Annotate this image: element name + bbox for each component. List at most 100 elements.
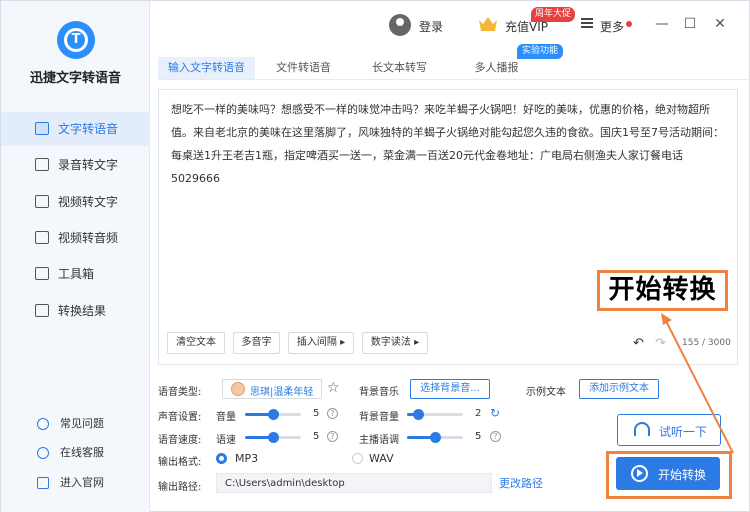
close-button[interactable]: ✕: [710, 14, 730, 34]
volume-slider[interactable]: [245, 409, 301, 420]
sample-text-label: 示例文本: [526, 387, 566, 398]
callout-text: 开始转换: [608, 275, 717, 305]
logo-letter: T: [71, 32, 81, 47]
more-button[interactable]: 更多: [600, 18, 624, 35]
clear-text-button[interactable]: 清空文本: [167, 332, 225, 354]
speed-help-icon[interactable]: ?: [327, 431, 338, 442]
monitor-icon: [37, 477, 49, 489]
tab-long-text[interactable]: 长文本转写: [351, 57, 448, 79]
side-link-faq[interactable]: 常见问题: [1, 414, 150, 434]
refresh-icon[interactable]: ↻: [490, 406, 500, 420]
polyphone-button[interactable]: 多音字: [233, 332, 280, 354]
login-link[interactable]: 登录: [419, 18, 443, 35]
result-icon: [35, 304, 49, 317]
sidebar-item-label: 转换结果: [58, 304, 107, 318]
sidebar-item-label: 视频转文字: [58, 195, 119, 209]
sidebar-item-recording-to-text[interactable]: 录音转文字: [1, 148, 150, 182]
insert-pause-button[interactable]: 插入间隔 ▸: [288, 332, 354, 354]
start-convert-label: 开始转换: [658, 468, 707, 482]
editor-text[interactable]: 想吃不一样的美味吗？想感受不一样的味觉冲击吗？来吃羊蝎子火锅吧！好吃的美味，优惠…: [171, 98, 731, 190]
tab-divider: [158, 79, 748, 80]
select-bg-music-button[interactable]: 选择背景音...: [410, 379, 490, 399]
output-path-field[interactable]: C:\Users\admin\desktop: [216, 473, 492, 493]
sidebar-item-label: 视频转音频: [58, 231, 119, 245]
app-window: T 迅捷文字转语音 文字转语音 录音转文字 视频转文字 视频转音频 工具箱 转换…: [0, 0, 750, 512]
side-link-support[interactable]: 在线客服: [1, 443, 150, 463]
pitch-label: 主播语调: [359, 435, 399, 446]
slider-knob[interactable]: [268, 432, 279, 443]
bg-volume-slider[interactable]: [407, 409, 463, 420]
speed-slider[interactable]: [245, 432, 301, 443]
change-path-link[interactable]: 更改路径: [499, 475, 543, 491]
sidebar-item-video-to-audio[interactable]: 视频转音频: [1, 221, 150, 255]
pitch-value: 5: [475, 431, 482, 442]
bg-music-label: 背景音乐: [359, 387, 399, 398]
user-avatar-icon[interactable]: [389, 14, 411, 36]
sidebar-item-video-to-text[interactable]: 视频转文字: [1, 185, 150, 219]
sidebar-item-text-to-speech[interactable]: 文字转语音: [1, 112, 150, 146]
toolbox-icon: [35, 267, 49, 280]
wav-radio[interactable]: [352, 453, 363, 464]
voice-name: 思琪|温柔年轻: [250, 387, 314, 398]
tab-multi-speaker[interactable]: 多人播报: [448, 57, 545, 79]
mp3-label: MP3: [235, 452, 259, 465]
voice-selector[interactable]: 思琪|温柔年轻: [222, 379, 322, 399]
video-audio-icon: [35, 231, 49, 244]
notification-dot: [626, 21, 632, 27]
headset-icon: [37, 447, 49, 459]
pitch-help-icon[interactable]: ?: [490, 431, 501, 442]
crown-icon: [479, 17, 497, 31]
undo-icon[interactable]: ↶: [633, 336, 644, 351]
wav-label: WAV: [369, 452, 394, 465]
voice-settings-label: 声音设置:: [158, 412, 202, 423]
preview-button-label: 试听一下: [659, 425, 708, 439]
voice-avatar: [231, 382, 245, 396]
experimental-badge: 实验功能: [517, 44, 564, 59]
text-editor[interactable]: 想吃不一样的美味吗？想感受不一样的味觉冲击吗？来吃羊蝎子火锅吧！好吃的美味，优惠…: [158, 89, 738, 365]
maximize-button[interactable]: ☐: [680, 14, 700, 34]
side-link-website[interactable]: 进入官网: [1, 473, 150, 493]
preview-button[interactable]: 试听一下: [617, 414, 721, 446]
vip-promo-badge: 周年大促: [531, 7, 576, 22]
sidebar-item-label: 录音转文字: [58, 158, 119, 172]
sidebar-item-label: 文字转语音: [58, 122, 119, 136]
volume-label: 音量: [216, 412, 236, 423]
sidebar-item-label: 工具箱: [58, 267, 95, 281]
minimize-button[interactable]: —: [652, 14, 672, 34]
format-label: 输出格式:: [158, 457, 202, 468]
volume-value: 5: [313, 408, 320, 419]
help-icon: [37, 418, 49, 430]
mp3-radio[interactable]: [216, 453, 227, 464]
path-label: 输出路径:: [158, 482, 202, 493]
tab-file[interactable]: 文件转语音: [256, 57, 351, 79]
sidebar-item-toolbox[interactable]: 工具箱: [1, 257, 150, 291]
slider-knob[interactable]: [413, 409, 425, 420]
callout-box: 开始转换: [597, 270, 728, 311]
number-reading-button[interactable]: 数字读法 ▸: [362, 332, 428, 354]
bg-volume-value: 2: [475, 408, 482, 419]
pitch-slider[interactable]: [407, 432, 463, 443]
add-sample-text-button[interactable]: 添加示例文本: [579, 379, 659, 399]
side-link-label: 进入官网: [60, 476, 104, 489]
play-icon: [631, 465, 648, 482]
app-logo: T: [57, 21, 95, 59]
redo-icon[interactable]: ↷: [655, 336, 666, 351]
voice-type-label: 语音类型:: [158, 387, 202, 398]
side-link-label: 常见问题: [60, 417, 104, 430]
bg-volume-label: 背景音量: [359, 412, 399, 423]
start-convert-button[interactable]: 开始转换: [616, 457, 720, 490]
slider-knob[interactable]: [268, 409, 279, 420]
sidebar-item-results[interactable]: 转换结果: [1, 294, 150, 328]
headphones-icon: [634, 422, 650, 436]
speed-value: 5: [313, 431, 320, 442]
favorite-star-icon[interactable]: ☆: [327, 380, 340, 396]
app-name: 迅捷文字转语音: [29, 71, 121, 86]
volume-help-icon[interactable]: ?: [327, 408, 338, 419]
char-counter: 155 / 3000: [682, 338, 731, 348]
speed-label: 语音速度:: [158, 435, 202, 446]
slider-knob[interactable]: [430, 432, 441, 443]
side-link-label: 在线客服: [60, 446, 104, 459]
menu-icon[interactable]: [581, 18, 593, 28]
recording-icon: [35, 158, 49, 171]
tab-input-text[interactable]: 输入文字转语音: [158, 57, 255, 79]
